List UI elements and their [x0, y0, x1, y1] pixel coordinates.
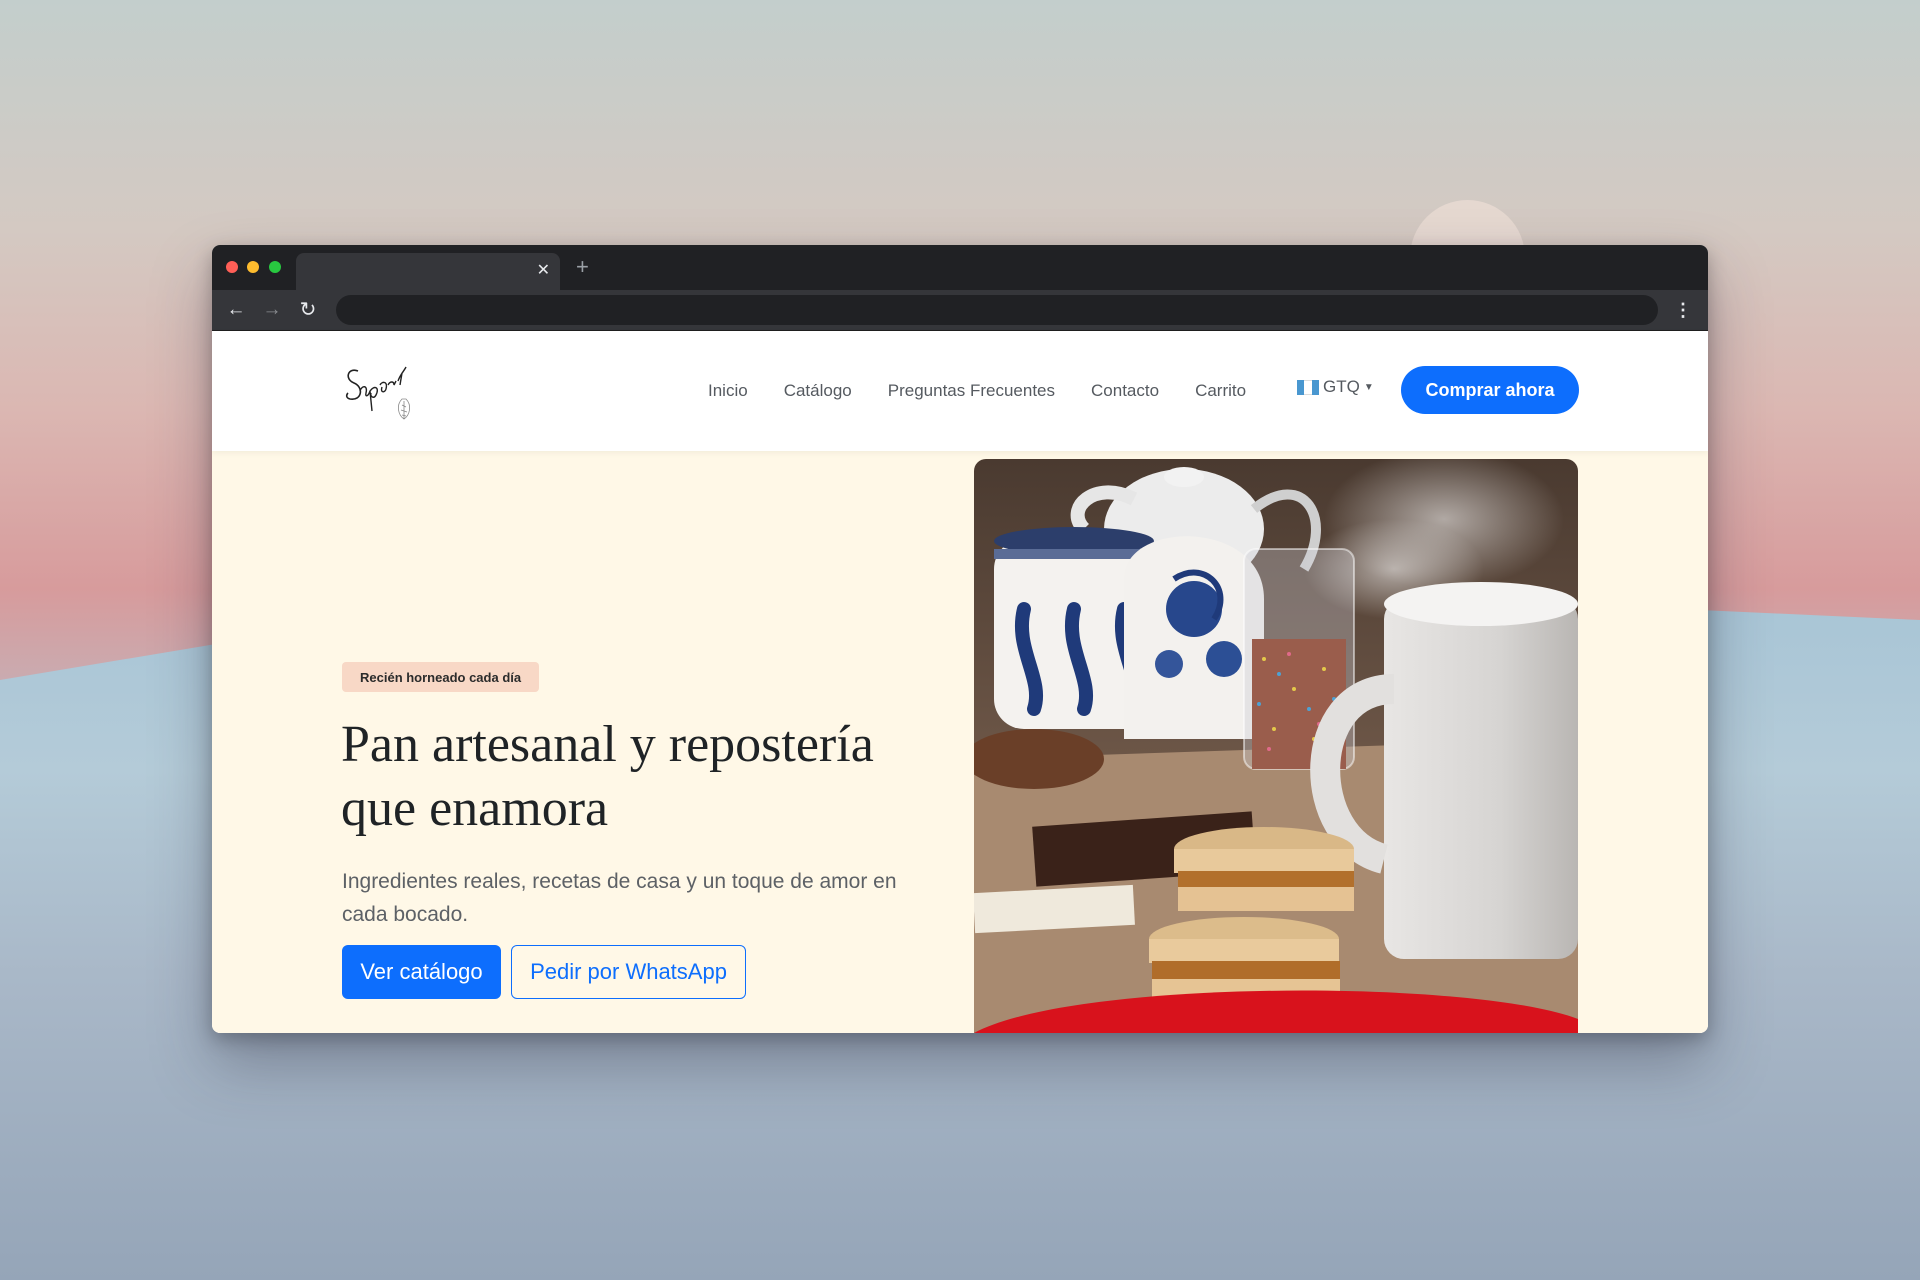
back-arrow-icon[interactable]: ←	[224, 298, 248, 322]
hero-subtitle: Ingredientes reales, recetas de casa y u…	[342, 870, 897, 926]
hero-section: Recién horneado cada día Pan artesanal y…	[212, 451, 1708, 1033]
currency-label: GTQ	[1323, 377, 1360, 396]
browser-tab[interactable]: ✕	[296, 253, 560, 290]
caret-down-icon: ▼	[1363, 381, 1374, 393]
minimize-window-button[interactable]	[247, 261, 259, 273]
fresh-badge: Recién horneado cada día	[342, 662, 540, 692]
whatsapp-order-button[interactable]: Pedir por WhatsApp	[511, 945, 746, 999]
view-catalog-button[interactable]: Ver catálogo	[342, 945, 501, 999]
browser-window: ✕ + ← → ↻ ⋮ Inicio Catálogo Preguntas Fr…	[212, 245, 1708, 1033]
hero-image	[974, 459, 1578, 1033]
guatemala-flag-icon	[1297, 379, 1319, 395]
buy-now-button[interactable]: Comprar ahora	[1401, 366, 1579, 414]
sapori-logo-icon[interactable]	[340, 355, 420, 425]
nav-link-catalogo[interactable]: Catálogo	[784, 381, 852, 401]
nav-links: Inicio Catálogo Preguntas Frecuentes Con…	[708, 331, 1282, 451]
web-page: Inicio Catálogo Preguntas Frecuentes Con…	[212, 331, 1708, 1033]
alfajores-and-coffee-photo	[974, 459, 1578, 1033]
address-bar[interactable]	[336, 295, 1658, 325]
currency-selector[interactable]: GTQ ▼	[1297, 377, 1374, 397]
nav-link-carrito[interactable]: Carrito	[1195, 381, 1246, 401]
browser-menu-icon[interactable]: ⋮	[1674, 298, 1692, 322]
reload-icon[interactable]: ↻	[296, 298, 320, 322]
forward-arrow-icon[interactable]: →	[260, 298, 284, 322]
nav-link-preguntas-frecuentes[interactable]: Preguntas Frecuentes	[888, 381, 1055, 401]
hero-title: Pan artesanal y repostería que enamora	[341, 716, 874, 837]
nav-link-inicio[interactable]: Inicio	[708, 381, 748, 401]
close-window-button[interactable]	[226, 261, 238, 273]
browser-toolbar: ← → ↻ ⋮	[212, 290, 1708, 331]
new-tab-button[interactable]: +	[576, 255, 589, 279]
tab-close-icon[interactable]: ✕	[537, 261, 550, 281]
browser-titlebar: ✕ +	[212, 245, 1708, 290]
nav-link-contacto[interactable]: Contacto	[1091, 381, 1159, 401]
maximize-window-button[interactable]	[269, 261, 281, 273]
site-navbar: Inicio Catálogo Preguntas Frecuentes Con…	[212, 331, 1708, 451]
